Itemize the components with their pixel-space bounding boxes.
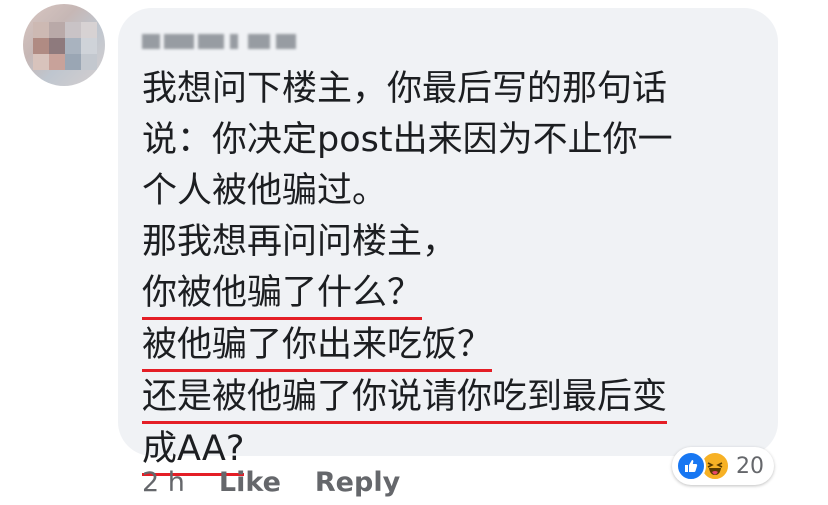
reaction-count: 20: [736, 453, 764, 479]
comment-line: 个人被他骗过。: [142, 171, 388, 211]
underlined-text: 还是被他骗了你说请你吃到最后变: [142, 372, 667, 424]
avatar-pixel: [65, 54, 81, 70]
comment-line-underlined: 被他骗了你出来吃饭？: [142, 320, 762, 372]
underlined-text: 你被他骗了什么？: [142, 268, 422, 320]
avatar-pixel: [81, 38, 97, 54]
reply-button[interactable]: Reply: [315, 467, 400, 498]
comment-line: 我想问下楼主，你最后写的那句话: [142, 69, 668, 109]
comment-line: 那我想再问问楼主，: [142, 222, 458, 262]
avatar-pixel: [81, 22, 97, 38]
reaction-summary[interactable]: 20: [672, 447, 774, 485]
commenter-name-redacted[interactable]: [142, 31, 297, 52]
comment-line-underlined: 还是被他骗了你说请你吃到最后变: [142, 372, 762, 424]
avatar-pixel: [65, 22, 81, 38]
comment-text: 我想问下楼主，你最后写的那句话 说：你决定post出来因为不止你一 个人被他骗过…: [142, 64, 762, 476]
avatar-pixel: [49, 22, 65, 38]
comment-actions: 2 h Like Reply: [142, 462, 434, 502]
timestamp-link[interactable]: 2 h: [142, 467, 185, 498]
avatar-pixel: [49, 38, 65, 54]
name-blur-block: [276, 34, 296, 49]
underlined-text: 被他骗了你出来吃饭？: [142, 320, 492, 372]
comment-line: 说：你决定post出来因为不止你一: [142, 120, 673, 160]
name-blur-block: [142, 34, 160, 49]
name-blur-block: [230, 34, 238, 49]
avatar-pixel: [33, 38, 49, 54]
comment-line-underlined: 你被他骗了什么？: [142, 268, 762, 320]
name-blur-block: [248, 34, 270, 49]
avatar[interactable]: [23, 4, 105, 86]
like-icon: [676, 451, 706, 481]
avatar-pixel: [33, 22, 49, 38]
name-blur-block: [164, 34, 194, 49]
name-blur-block: [198, 34, 224, 49]
avatar-pixel: [81, 54, 97, 70]
avatar-pixel: [33, 54, 49, 70]
like-button[interactable]: Like: [219, 467, 281, 498]
avatar-pixel: [65, 38, 81, 54]
avatar-pixel: [49, 54, 65, 70]
